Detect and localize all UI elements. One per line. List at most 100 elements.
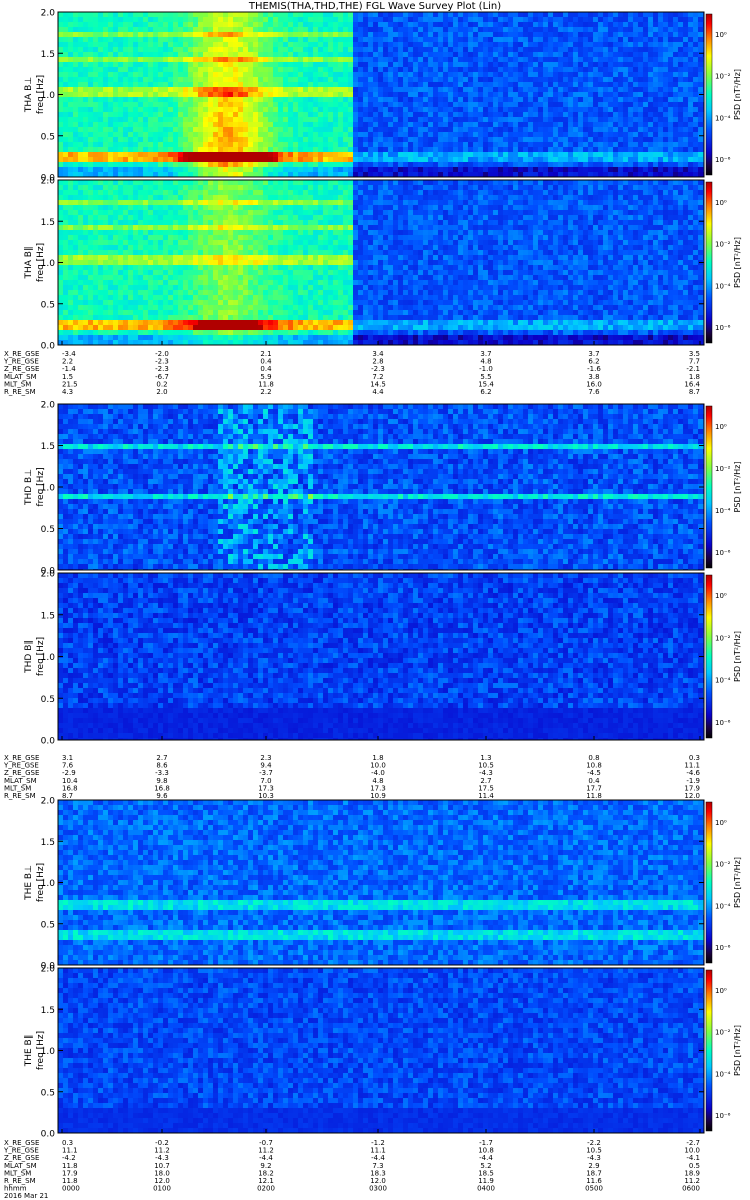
spectrogram-cell: [478, 157, 483, 162]
spectrogram-cell: [353, 107, 358, 112]
spectrogram-cell: [658, 137, 663, 142]
spectrogram-cell: [348, 162, 353, 167]
spectrogram-cell: [268, 147, 273, 152]
spectrogram-cell: [88, 225, 93, 230]
spectrogram-cell: [318, 52, 323, 57]
spectrogram-cell: [348, 117, 353, 122]
spectrogram-cell: [318, 57, 323, 62]
spectrogram-cell: [313, 82, 318, 87]
spectrogram-cell: [478, 27, 483, 32]
spectrogram-cell: [138, 162, 143, 167]
spectrogram-cell: [218, 112, 223, 117]
spectrogram-cell: [638, 92, 643, 97]
spectrogram-cell: [93, 17, 98, 22]
spectrogram-cell: [258, 142, 263, 147]
spectrogram-cell: [98, 240, 103, 245]
spectrogram-cell: [343, 167, 348, 172]
spectrogram-cell: [133, 255, 138, 260]
spectrogram-cell: [648, 122, 653, 127]
spectrogram-cell: [148, 335, 153, 340]
spectrogram-cell: [143, 245, 148, 250]
spectrogram-cell: [88, 97, 93, 102]
spectrogram-cell: [563, 62, 568, 67]
spectrogram-cell: [228, 57, 233, 62]
spectrogram-cell: [498, 152, 503, 157]
spectrogram-cell: [73, 220, 78, 225]
spectrogram-cell: [463, 157, 468, 162]
spectrogram-cell: [128, 325, 133, 330]
spectrogram-cell: [148, 112, 153, 117]
spectrogram-cell: [78, 295, 83, 300]
spectrogram-cell: [203, 17, 208, 22]
spectrogram-cell: [628, 112, 633, 117]
spectrogram-cell: [423, 82, 428, 87]
spectrogram-cell: [593, 102, 598, 107]
spectrogram-cell: [528, 27, 533, 32]
spectrogram-cell: [63, 280, 68, 285]
spectrogram-cell: [108, 315, 113, 320]
spectrogram-cell: [383, 97, 388, 102]
spectrogram-cell: [288, 72, 293, 77]
spectrogram-cell: [613, 87, 618, 92]
spectrogram-cell: [693, 152, 698, 157]
spectrogram-cell: [118, 117, 123, 122]
spectrogram-cell: [93, 275, 98, 280]
spectrogram-cell: [108, 205, 113, 210]
spectrogram-cell: [83, 280, 88, 285]
spectrogram-cell: [118, 290, 123, 295]
spectrogram-cell: [673, 22, 678, 27]
spectrogram-cell: [458, 137, 463, 142]
spectrogram-cell: [313, 122, 318, 127]
spectrogram-cell: [563, 17, 568, 22]
spectrogram-cell: [98, 72, 103, 77]
spectrogram-cell: [583, 87, 588, 92]
spectrogram-cell: [348, 122, 353, 127]
spectrogram-cell: [638, 17, 643, 22]
spectrogram-cell: [83, 72, 88, 77]
spectrogram-cell: [528, 32, 533, 37]
spectrogram-cell: [668, 22, 673, 27]
spectrogram-cell: [333, 142, 338, 147]
spectrogram-cell: [388, 22, 393, 27]
spectrogram-cell: [63, 265, 68, 270]
spectrogram-cell: [188, 37, 193, 42]
spectrogram-cell: [488, 67, 493, 72]
spectrogram-cell: [158, 147, 163, 152]
spectrogram-cell: [193, 162, 198, 167]
spectrogram-cell: [108, 255, 113, 260]
spectrogram-cell: [413, 142, 418, 147]
spectrogram-cell: [108, 275, 113, 280]
spectrogram-cell: [598, 82, 603, 87]
spectrogram-cell: [63, 295, 68, 300]
spectrogram-cell: [218, 152, 223, 157]
spectrogram-cell: [78, 225, 83, 230]
spectrogram-cell: [553, 142, 558, 147]
spectrogram-cell: [493, 72, 498, 77]
spectrogram-cell: [123, 315, 128, 320]
spectrogram-cell: [633, 42, 638, 47]
spectrogram-cell: [673, 62, 678, 67]
spectrogram-cell: [313, 37, 318, 42]
spectrogram-cell: [198, 107, 203, 112]
spectrogram-cell: [588, 157, 593, 162]
spectrogram-cell: [68, 52, 73, 57]
spectrogram-cell: [303, 107, 308, 112]
spectrogram-cell: [298, 122, 303, 127]
spectrogram-cell: [673, 42, 678, 47]
spectrogram-cell: [383, 57, 388, 62]
spectrogram-cell: [293, 152, 298, 157]
spectrogram-cell: [333, 62, 338, 67]
spectrogram-cell: [133, 77, 138, 82]
spectrogram-cell: [563, 107, 568, 112]
spectrogram-cell: [608, 47, 613, 52]
spectrogram-cell: [528, 122, 533, 127]
spectrogram-cell: [328, 107, 333, 112]
spectrogram-cell: [623, 117, 628, 122]
spectrogram-cell: [543, 37, 548, 42]
spectrogram-cell: [98, 310, 103, 315]
spectrogram-cell: [513, 107, 518, 112]
spectrogram-cell: [213, 42, 218, 47]
spectrogram-cell: [333, 147, 338, 152]
spectrogram-cell: [318, 87, 323, 92]
spectrogram-cell: [208, 42, 213, 47]
